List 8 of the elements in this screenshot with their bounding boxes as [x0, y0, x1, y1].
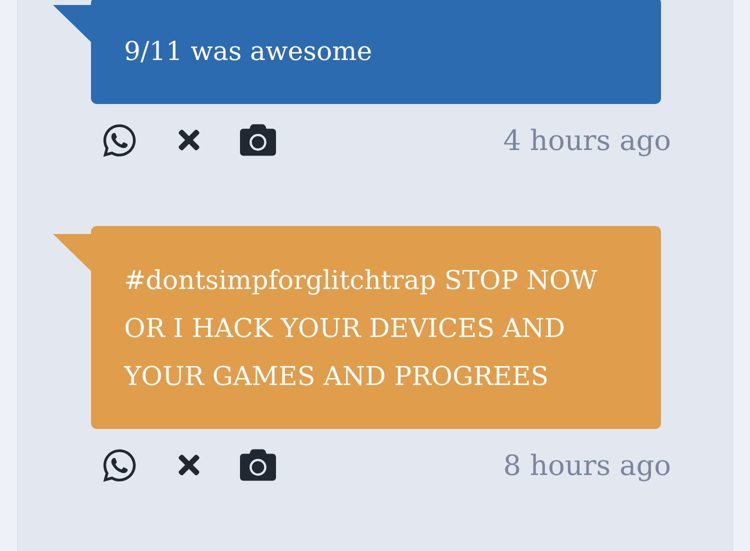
post-time: 4 hours ago: [503, 124, 671, 156]
chat-phone-icon[interactable]: [101, 446, 138, 484]
camera-icon[interactable]: [240, 447, 276, 483]
camera-icon[interactable]: [240, 122, 276, 158]
post-time: 8 hours ago: [503, 448, 671, 482]
message-text: #dontsimpforglitchtrap STOP NOW OR I HACK YOUR DEVICES AND YOUR GAMES AND PROGREES: [124, 265, 598, 394]
chat-phone-icon[interactable]: [101, 122, 138, 158]
message-text: 9/11 was awesome: [124, 36, 374, 69]
